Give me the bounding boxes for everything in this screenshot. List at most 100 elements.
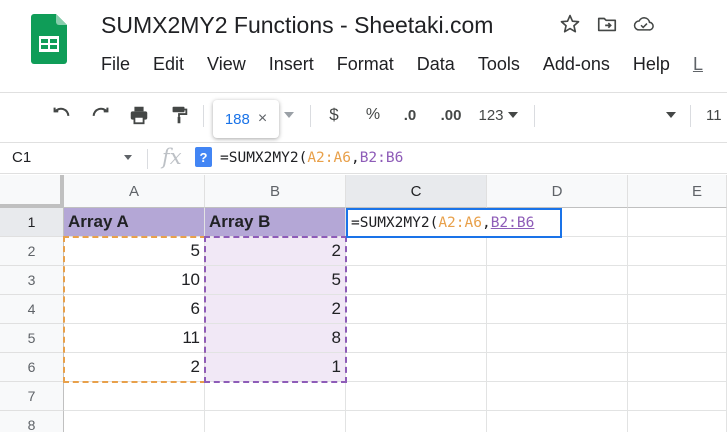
cell-c6[interactable] [346,353,487,382]
cell-b7[interactable] [205,382,346,411]
cell-e6[interactable] [628,353,727,382]
font-size-field[interactable]: 11 [706,93,727,137]
more-formats-label: 123 [478,106,504,124]
cell-d5[interactable] [487,324,628,353]
row-header-1[interactable]: 1 [0,208,64,237]
font-dropdown-caret-icon[interactable] [664,93,678,137]
increase-decimal-label: .00 [440,106,462,124]
cell-a5[interactable]: 11 [64,324,205,353]
menu-edit[interactable]: Edit [153,53,184,75]
document-title[interactable]: SUMX2MY2 Functions - Sheetaki.com [101,10,493,40]
cell-c2[interactable] [346,237,487,266]
decrease-decimal-label: .0 [403,106,417,124]
formula-comma: , [350,150,360,166]
cell-b5[interactable]: 8 [205,324,346,353]
more-formats-button[interactable]: 123 [476,93,520,137]
name-box-caret-icon[interactable] [124,155,132,160]
more-formats-caret-icon [507,112,518,118]
decrease-decimal-button[interactable]: .0 [398,93,422,137]
cell-d3[interactable] [487,266,628,295]
cell-d6[interactable] [487,353,628,382]
tooltip-value: 188 [224,110,250,128]
menu-format[interactable]: Format [337,53,394,75]
cell-e7[interactable] [628,382,727,411]
move-to-folder-icon[interactable] [596,13,618,35]
value-tooltip: 188 × [213,100,279,138]
formula-input[interactable]: =SUMX2MY2(A2:A6,B2:B6 [220,143,403,173]
cell-b3[interactable]: 5 [205,266,346,295]
cell-e8[interactable] [628,411,727,432]
name-box[interactable]: C1 [12,143,31,173]
cell-b8[interactable] [205,411,346,432]
row-header-4[interactable]: 4 [0,295,64,324]
print-icon[interactable] [124,93,154,137]
editor-range-b: B2:B6 [490,215,535,231]
row-header-3[interactable]: 3 [0,266,64,295]
undo-icon[interactable] [46,93,76,137]
sheets-logo-icon[interactable] [31,14,67,64]
cell-c7[interactable] [346,382,487,411]
fx-icon: fx [162,145,182,169]
menu-insert[interactable]: Insert [269,53,314,75]
formula-bar: C1 fx ? =SUMX2MY2(A2:A6,B2:B6 [0,142,727,174]
cloud-saved-icon[interactable] [633,13,655,35]
formula-prefix: =SUMX2MY2( [220,150,308,166]
cell-d4[interactable] [487,295,628,324]
menu-tools[interactable]: Tools [478,53,520,75]
menu-last-edit-link[interactable]: L [693,53,703,75]
cell-c4[interactable] [346,295,487,324]
currency-format-button[interactable]: $ [324,93,344,137]
row-header-8[interactable]: 8 [0,411,64,432]
cell-a2[interactable]: 5 [64,237,205,266]
cell-e2[interactable] [628,237,727,266]
toolbar: $ % .0 .00 123 11 [0,92,727,136]
cell-d2[interactable] [487,237,628,266]
column-header-c[interactable]: C [346,175,487,208]
cell-b1[interactable]: Array B [205,208,346,237]
cell-a3[interactable]: 10 [64,266,205,295]
tooltip-close-icon[interactable]: × [258,110,267,128]
row-header-5[interactable]: 5 [0,324,64,353]
redo-icon[interactable] [86,93,116,137]
column-header-a[interactable]: A [64,175,205,208]
formula-help-icon[interactable]: ? [195,147,212,167]
paint-format-icon[interactable] [164,93,194,137]
editor-range-a: A2:A6 [438,215,482,231]
cell-e5[interactable] [628,324,727,353]
menu-help[interactable]: Help [633,53,670,75]
select-all-corner[interactable] [0,175,64,208]
increase-decimal-button[interactable]: .00 [436,93,466,137]
cell-e1[interactable] [628,208,727,237]
percent-format-button[interactable]: % [362,93,384,137]
cell-b2[interactable]: 2 [205,237,346,266]
star-icon[interactable] [559,13,581,35]
row-header-7[interactable]: 7 [0,382,64,411]
column-header-e[interactable]: E [628,175,727,208]
cell-b6[interactable]: 1 [205,353,346,382]
cell-e4[interactable] [628,295,727,324]
zoom-dropdown-caret-icon[interactable] [282,93,296,137]
cell-a1[interactable]: Array A [64,208,205,237]
cell-e3[interactable] [628,266,727,295]
column-header-b[interactable]: B [205,175,346,208]
cell-a8[interactable] [64,411,205,432]
cell-c3[interactable] [346,266,487,295]
cell-a4[interactable]: 6 [64,295,205,324]
row-header-2[interactable]: 2 [0,237,64,266]
cell-b4[interactable]: 2 [205,295,346,324]
menu-file[interactable]: File [101,53,130,75]
cell-d7[interactable] [487,382,628,411]
editor-comma: , [481,215,491,231]
row-header-6[interactable]: 6 [0,353,64,382]
cell-c8[interactable] [346,411,487,432]
cell-a7[interactable] [64,382,205,411]
cell-d8[interactable] [487,411,628,432]
cell-c1-editor[interactable]: =SUMX2MY2(A2:A6,B2:B6 [346,208,562,238]
formula-range-a: A2:A6 [307,150,351,166]
cell-c5[interactable] [346,324,487,353]
menu-data[interactable]: Data [417,53,455,75]
cell-a6[interactable]: 2 [64,353,205,382]
menu-view[interactable]: View [207,53,246,75]
menu-add-ons[interactable]: Add-ons [543,53,610,75]
column-header-d[interactable]: D [487,175,628,208]
